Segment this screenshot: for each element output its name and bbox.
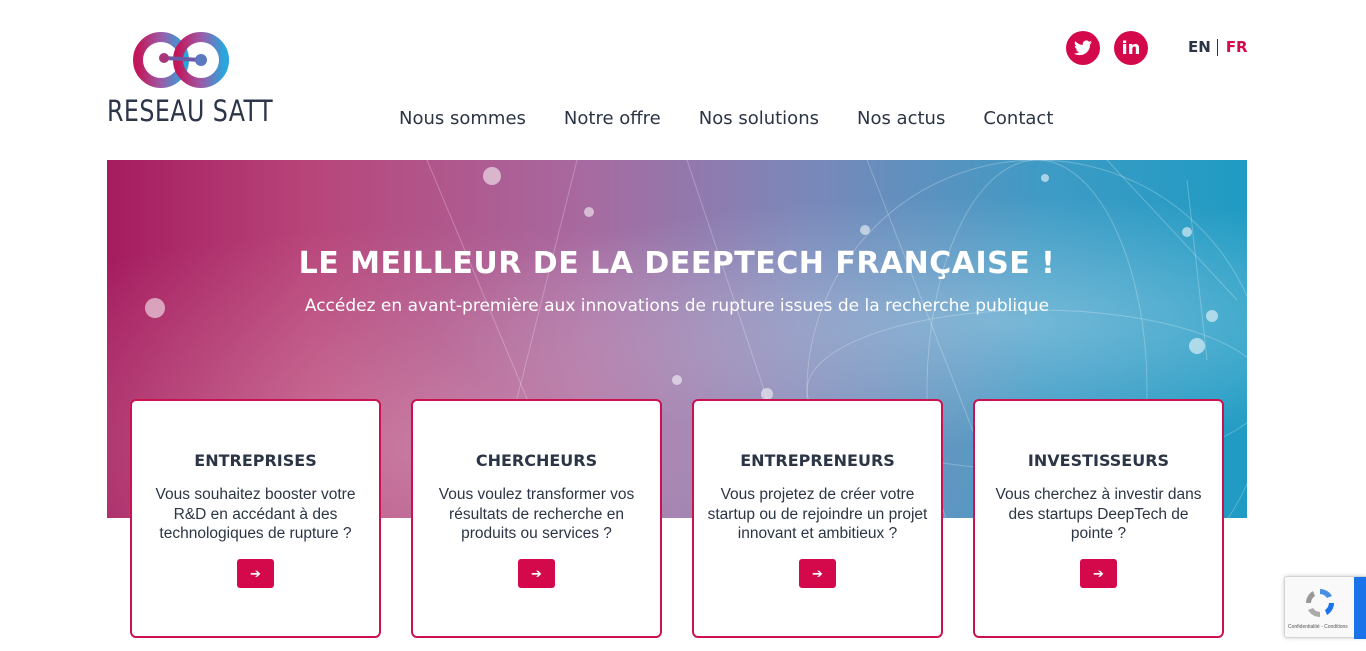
card-arrow-button[interactable]: ➔ — [799, 559, 836, 588]
card-title: ENTREPRISES — [194, 451, 317, 470]
card-arrow-button[interactable]: ➔ — [518, 559, 555, 588]
recaptcha-stripe — [1354, 577, 1366, 639]
hero-title: LE MEILLEUR DE LA DEEPTECH FRANÇAISE ! — [298, 246, 1056, 281]
card-text: Vous voulez transformer vos résultats de… — [438, 486, 635, 542]
card-arrow-button[interactable]: ➔ — [1080, 559, 1117, 588]
linkedin-icon: in — [1121, 37, 1141, 59]
lang-separator — [1216, 38, 1218, 56]
infinity-logo-icon — [133, 32, 229, 88]
card-entreprises: ENTREPRISES Vous souhaitez booster votre… — [130, 399, 381, 638]
lang-en[interactable]: EN — [1188, 38, 1211, 56]
main-nav: Nous sommes Notre offre Nos solutions No… — [399, 108, 1053, 129]
twitter-icon — [1074, 40, 1092, 56]
social-links: in — [1066, 31, 1148, 65]
nav-item-nos-solutions[interactable]: Nos solutions — [699, 108, 819, 129]
lang-fr[interactable]: FR — [1226, 38, 1248, 56]
hero-subtitle: Accédez en avant-première aux innovation… — [304, 296, 1050, 316]
card-title: INVESTISSEURS — [1027, 451, 1170, 470]
linkedin-button[interactable]: in — [1114, 31, 1148, 65]
card-chercheurs: CHERCHEURS Vous voulez transformer vos r… — [411, 399, 662, 638]
card-text: Vous projetez de créer votre startup ou … — [707, 486, 928, 542]
nav-item-contact[interactable]: Contact — [983, 108, 1053, 129]
card-arrow-button[interactable]: ➔ — [237, 559, 274, 588]
logo[interactable]: RESEAU SATT — [107, 28, 273, 128]
recaptcha-badge[interactable]: Confidentialité - Conditions — [1284, 576, 1366, 639]
logo-text: RESEAU SATT — [107, 94, 274, 128]
card-title: ENTREPRENEURS — [740, 451, 895, 470]
twitter-button[interactable] — [1066, 31, 1100, 65]
nav-item-notre-offre[interactable]: Notre offre — [564, 108, 661, 129]
card-investisseurs: INVESTISSEURS Vous cherchez à investir d… — [973, 399, 1224, 638]
card-text: Vous cherchez à investir dans des startu… — [995, 486, 1202, 542]
card-title: CHERCHEURS — [475, 451, 598, 470]
language-switcher: EN FR — [1188, 38, 1248, 56]
card-text: Vous souhaitez booster votre R&D en accé… — [155, 486, 356, 542]
nav-item-nous-sommes[interactable]: Nous sommes — [399, 108, 526, 129]
recaptcha-icon — [1306, 589, 1334, 617]
nav-item-nos-actus[interactable]: Nos actus — [857, 108, 945, 129]
card-entrepreneurs: ENTREPRENEURS Vous projetez de créer vot… — [692, 399, 943, 638]
recaptcha-links[interactable]: Confidentialité - Conditions — [1288, 624, 1348, 630]
